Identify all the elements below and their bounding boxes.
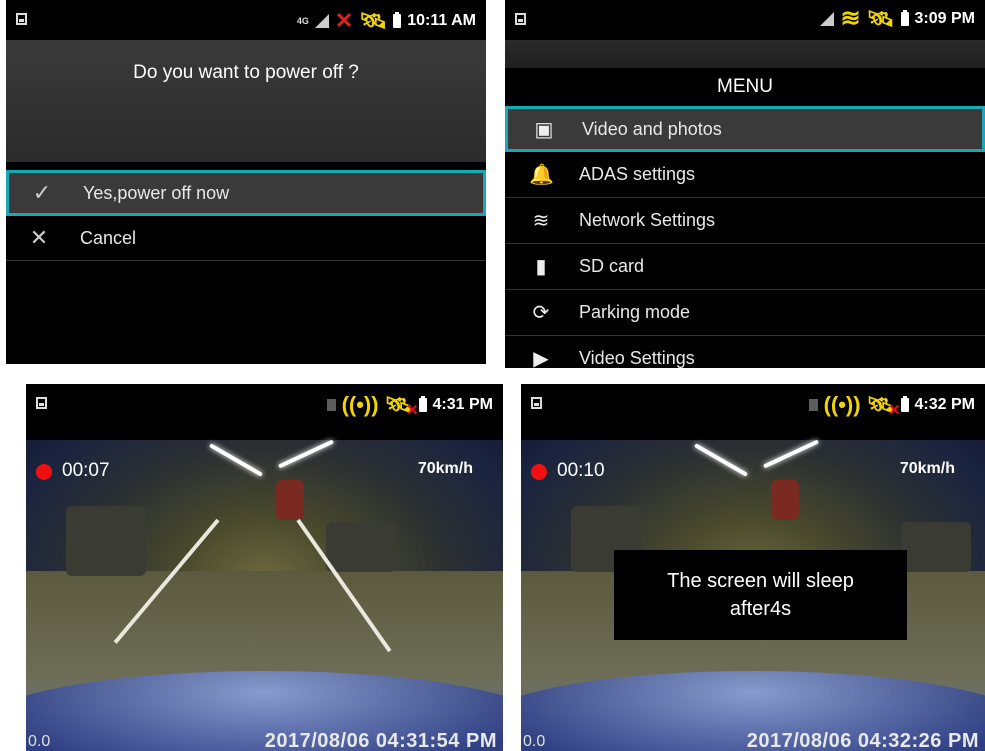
check-icon: ✓ [32,180,52,205]
recording-screen: ((•)) 🛰 4:31 PM 00:07 70km/h 0.0 2017/08… [26,384,503,751]
signal-icon [820,12,835,26]
sleep-toast: The screen will sleep after4s [614,550,907,640]
no-sd-icon [808,399,818,411]
option-label: Cancel [80,227,137,248]
menu-item-label: SD card [579,256,645,276]
menu-item-label: Video Settings [579,348,695,368]
video-timestamp: 2017/08/06 04:32:26 PM [746,730,979,751]
no-sd-icon [326,399,336,411]
menu-item-label: Video and photos [582,118,722,139]
video-timestamp: 2017/08/06 04:31:54 PM [264,730,497,751]
status-time: 4:31 PM [432,396,493,413]
status-bar: ((•)) 🛰 4:32 PM [521,384,985,424]
video-library-icon: ▣ [534,118,554,141]
screenshot-icon [36,397,47,409]
wifi-icon: ≋ [840,5,861,32]
video-settings-icon: ▶ [533,348,549,368]
toast-line: The screen will sleep [667,570,854,592]
battery-icon [900,396,909,412]
toast-line: after4s [729,598,792,620]
power-off-screen: 4G ✕ 🛰 10:11 AM Do you want to power off… [6,0,486,364]
signal-icon [314,14,329,28]
dialog-question: Do you want to power off ? [133,62,359,83]
tunnel-light [762,439,820,469]
tunnel-light [277,439,335,469]
menu-item-adas-settings[interactable]: 🔔 ADAS settings [505,152,985,198]
vehicle [66,506,146,576]
battery-icon [900,10,909,26]
record-indicator-icon [36,464,52,480]
status-time: 10:11 AM [407,12,476,29]
gps-satellite-icon: 🛰 [866,6,895,31]
power-off-confirm-button[interactable]: ✓ Yes,power off now [6,170,486,216]
option-label: Yes,power off now [83,182,230,203]
camera-feed[interactable] [26,439,503,751]
corner-value: 0.0 [523,733,546,750]
menu-item-video-settings[interactable]: ▶ Video Settings [505,336,985,368]
sd-card-icon: ▮ [535,256,547,278]
menu-item-sd-card[interactable]: ▮ SD card [505,244,985,290]
status-time: 3:09 PM [914,10,975,27]
vehicle [901,522,971,572]
hotspot-icon: ((•)) [823,392,861,417]
gps-no-fix-icon: 🛰 [867,394,901,423]
sleep-notice-screen: ((•)) 🛰 4:32 PM 00:10 70km/h The screen … [521,384,985,751]
wifi-off-icon: ✕ [334,8,354,33]
screenshot-icon [531,397,542,409]
4g-signal-icon: 4G [296,16,309,26]
gps-satellite-icon: 🛰 [359,8,388,33]
close-icon: ✕ [29,225,49,250]
cancel-button[interactable]: ✕ Cancel [6,216,486,261]
screenshot-icon [515,13,526,25]
status-bar: ((•)) 🛰 4:31 PM [26,384,503,424]
status-bar: 4G ✕ 🛰 10:11 AM [6,0,486,40]
menu-item-video-and-photos[interactable]: ▣ Video and photos [505,106,985,152]
menu-item-label: Parking mode [579,302,691,322]
menu-item-label: ADAS settings [579,164,696,184]
vehicle [276,480,304,520]
menu-screen: ≋ 🛰 3:09 PM MENU ▣ Video and photos 🔔 AD… [505,0,985,368]
tunnel-light [209,443,263,477]
battery-icon [393,12,402,28]
speed-readout: 70km/h [417,460,473,477]
menu-title: MENU [505,68,985,106]
corner-value: 0.0 [28,733,51,750]
vehicle [771,480,799,520]
tunnel-light [694,443,748,477]
hotspot-icon: ((•)) [341,392,379,417]
dialog-header [6,40,486,162]
status-bar: ≋ 🛰 3:09 PM [505,0,985,40]
bell-icon: 🔔 [529,164,554,186]
menu-item-parking-mode[interactable]: ⟳ Parking mode [505,290,985,336]
gps-no-fix-icon: 🛰 [385,394,419,423]
wifi-icon: ≋ [532,210,550,232]
speed-readout: 70km/h [899,460,955,477]
menu-item-network-settings[interactable]: ≋ Network Settings [505,198,985,244]
screenshot-icon [16,13,27,25]
record-time: 00:07 [62,460,110,481]
battery-icon [418,396,427,412]
vehicle [326,522,396,572]
record-time: 00:10 [557,460,605,481]
record-indicator-icon [531,464,547,480]
status-time: 4:32 PM [914,396,975,413]
menu-item-label: Network Settings [579,210,716,230]
sync-icon: ⟳ [532,302,550,324]
